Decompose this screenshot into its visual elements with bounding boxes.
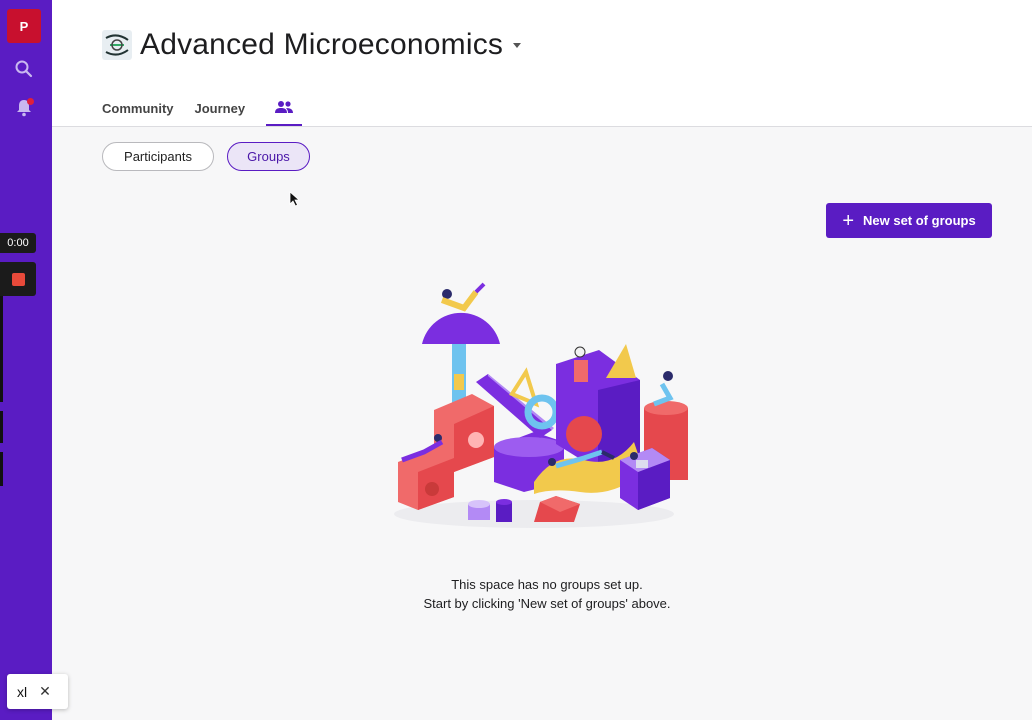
size-chip: xl ✕ — [7, 674, 68, 709]
search-icon[interactable] — [14, 59, 34, 79]
notification-dot — [27, 98, 34, 105]
plus-icon: + — [842, 209, 854, 232]
tab-bar: Community Journey — [102, 100, 303, 126]
groups-filter[interactable]: Groups — [227, 142, 310, 171]
chevron-down-icon[interactable] — [513, 42, 522, 48]
empty-state-line2: Start by clicking 'New set of groups' ab… — [423, 596, 671, 611]
mouse-cursor-icon — [289, 191, 301, 207]
stop-recording-button[interactable] — [0, 262, 36, 296]
page-title: Advanced Microeconomics — [140, 28, 504, 61]
recording-timer: 0:00 — [0, 233, 36, 253]
new-set-label: New set of groups — [863, 213, 976, 228]
workspace-logo[interactable]: P — [7, 9, 41, 43]
empty-state-illustration — [394, 282, 688, 528]
groups-icon — [275, 101, 294, 113]
new-set-of-groups-button[interactable]: + New set of groups — [826, 203, 992, 238]
empty-state-message: This space has no groups set up. Start b… — [352, 575, 742, 613]
tab-groups[interactable] — [266, 100, 303, 126]
participants-filter[interactable]: Participants — [102, 142, 214, 171]
tab-journey[interactable]: Journey — [195, 101, 246, 126]
size-chip-label: xl — [17, 683, 28, 700]
close-icon[interactable]: ✕ — [39, 683, 51, 700]
recorder-strip — [0, 411, 3, 443]
tab-community[interactable]: Community — [102, 101, 174, 126]
empty-state-line1: This space has no groups set up. — [451, 577, 643, 592]
recorder-strip — [0, 452, 3, 486]
course-thumbnail-icon — [102, 30, 132, 60]
stop-icon — [11, 272, 25, 286]
recorder-strip — [0, 296, 3, 402]
course-title-wrap[interactable]: Advanced Microeconomics — [102, 28, 522, 62]
side-rail: P — [0, 0, 52, 720]
page-header: Advanced Microeconomics Community Journe… — [52, 0, 1032, 127]
